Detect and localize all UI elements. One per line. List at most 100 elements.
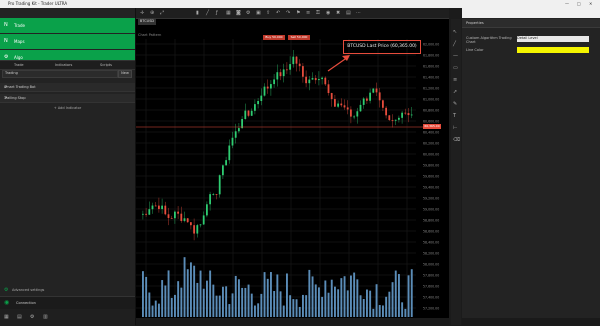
chart-canvas: 62,000.00 61,800.00 61,600.00 61,400.00 61,2… <box>136 39 439 322</box>
crosshair-icon[interactable]: ✛ <box>140 10 144 16</box>
candle-body <box>209 194 211 205</box>
candle-body <box>193 225 195 234</box>
volume-bar <box>321 296 324 317</box>
price-tick-label: 61,600.00 <box>423 65 439 69</box>
line-icon[interactable]: ╱ <box>206 10 209 16</box>
candle-body <box>247 110 250 116</box>
volume-bar <box>158 303 160 317</box>
minimize-button[interactable]: — <box>565 1 569 6</box>
connection-row[interactable]: ◉ Connection <box>0 297 135 309</box>
candle-body <box>378 92 381 101</box>
price-annotation: BTCUSD Last Price (60,365.00) <box>343 40 421 54</box>
alert-icon[interactable]: ⚑ <box>296 10 300 16</box>
more-icon[interactable]: ⋯ <box>356 10 361 16</box>
measure-icon[interactable]: ⊢ <box>453 125 457 131</box>
trade-icon: N <box>4 22 8 28</box>
property-value-input[interactable]: Detail Level <box>517 36 589 42</box>
list-icon[interactable]: ≡ <box>306 10 310 16</box>
volume-bar <box>199 270 202 317</box>
left-tabs: Trade Indicators Scripts <box>0 60 135 70</box>
arrow-icon[interactable]: ➚ <box>453 89 457 95</box>
sell-button[interactable]: Sell 50,000 <box>288 35 310 40</box>
candle-body <box>353 116 355 118</box>
right-panel <box>462 8 600 325</box>
grid-icon[interactable]: ▤ <box>17 314 22 320</box>
open-icon[interactable]: ⇗ <box>4 84 131 89</box>
candle-body <box>337 103 339 107</box>
cursor-icon[interactable]: ↖ <box>453 29 457 35</box>
strategy-select[interactable]: Trading <box>2 70 118 78</box>
candle-body <box>398 117 400 120</box>
gear-icon[interactable]: ⚙ <box>30 314 34 320</box>
candle-body <box>244 110 247 120</box>
save-icon[interactable]: ▣ <box>256 10 261 16</box>
redo-icon[interactable]: ↷ <box>286 10 290 16</box>
candle-body <box>375 88 378 93</box>
trendline-icon[interactable]: ╱ <box>453 41 456 47</box>
candle-body <box>174 211 176 219</box>
candle-icon[interactable]: ▮ <box>196 10 199 16</box>
calendar-icon[interactable]: ▦ <box>4 314 9 320</box>
price-tick-label: 59,400.00 <box>423 186 439 190</box>
tab-indicators[interactable]: Indicators <box>55 63 72 67</box>
candle-body <box>308 79 311 84</box>
expand-icon[interactable]: ⤢ <box>160 10 164 16</box>
candle-body <box>177 211 179 214</box>
candle-body <box>266 86 269 89</box>
candle-body <box>215 194 218 195</box>
zoom-icon[interactable]: ⊕ <box>150 10 154 16</box>
undo-icon[interactable]: ↶ <box>276 10 280 16</box>
volume-bar <box>174 294 176 317</box>
fib-icon[interactable]: ≡ <box>453 77 457 83</box>
volume-bar <box>407 275 410 317</box>
camera-icon[interactable]: ◙ <box>236 10 241 16</box>
price-tick-label: 61,000.00 <box>423 98 439 102</box>
open-icon[interactable]: ⇗ <box>4 95 131 100</box>
price-tick-label: 57,200.00 <box>423 307 439 311</box>
tab-trade[interactable]: Trade <box>14 63 24 67</box>
symbol-tag[interactable]: BTCUSD <box>138 19 156 25</box>
candle-body <box>279 72 282 77</box>
account-bar <box>462 8 600 18</box>
indicator-icon[interactable]: ƒ <box>216 10 218 16</box>
brush-icon[interactable]: ✎ <box>453 101 457 107</box>
grid-icon[interactable]: ▦ <box>226 10 231 16</box>
price-tick-label: 61,400.00 <box>423 76 439 80</box>
trash-icon[interactable]: ✖ <box>336 10 340 16</box>
candle-body <box>298 63 301 67</box>
price-chart[interactable]: 62,000.00 61,800.00 61,600.00 61,400.00 61,2… <box>136 19 449 325</box>
close-button[interactable]: ✕ <box>589 1 592 6</box>
buy-button[interactable]: Buy 50,000 <box>263 35 285 40</box>
volume-bar <box>218 295 221 317</box>
volume-bar <box>394 270 397 317</box>
volume-bar <box>202 288 205 317</box>
nav-item-maps[interactable]: N Maps <box>0 34 135 49</box>
rectangle-icon[interactable]: ▭ <box>453 65 458 71</box>
settings-icon[interactable]: ⚙ <box>246 10 250 16</box>
nav-item-trade[interactable]: N Trade <box>0 18 135 33</box>
candle-body <box>327 84 330 94</box>
chart-icon[interactable]: ▥ <box>43 314 48 320</box>
chart-toolbar: ✛ ⊕ ⤢ ▮ ╱ ƒ ▦ ◙ ⚙ ▣ ⇪ ↶ ↷ ⚑ ≡ ⚿ ◉ ✖ ▤ ⋯ <box>136 8 449 19</box>
maximize-button[interactable]: □ <box>577 1 581 6</box>
tab-scripts[interactable]: Scripts <box>100 63 112 67</box>
template-icon[interactable]: ▤ <box>346 10 351 16</box>
volume-bar <box>234 275 237 317</box>
horizontal-line-icon[interactable]: — <box>453 53 458 59</box>
candle-body <box>401 112 403 118</box>
text-icon[interactable]: T <box>453 113 456 119</box>
eraser-icon[interactable]: ⌫ <box>453 137 460 143</box>
new-button[interactable]: New <box>118 70 132 78</box>
eye-icon[interactable]: ◉ <box>326 10 330 16</box>
section-smart-trading-bot[interactable]: Smart Trading Bot ⇗ <box>0 83 135 92</box>
add-indicator-link[interactable]: + Add Indicator <box>0 106 135 110</box>
candle-body <box>228 145 231 161</box>
lock-icon[interactable]: ⚿ <box>316 10 320 16</box>
volume-bar <box>343 276 346 317</box>
volume-bar <box>295 299 298 317</box>
line-color-swatch[interactable] <box>517 47 589 53</box>
volume-bar <box>404 308 407 317</box>
advanced-settings[interactable]: ⚙ Advanced settings <box>0 287 135 295</box>
section-trailing-stop[interactable]: Trailing Stop ⇗ <box>0 94 135 103</box>
share-icon[interactable]: ⇪ <box>266 10 270 16</box>
